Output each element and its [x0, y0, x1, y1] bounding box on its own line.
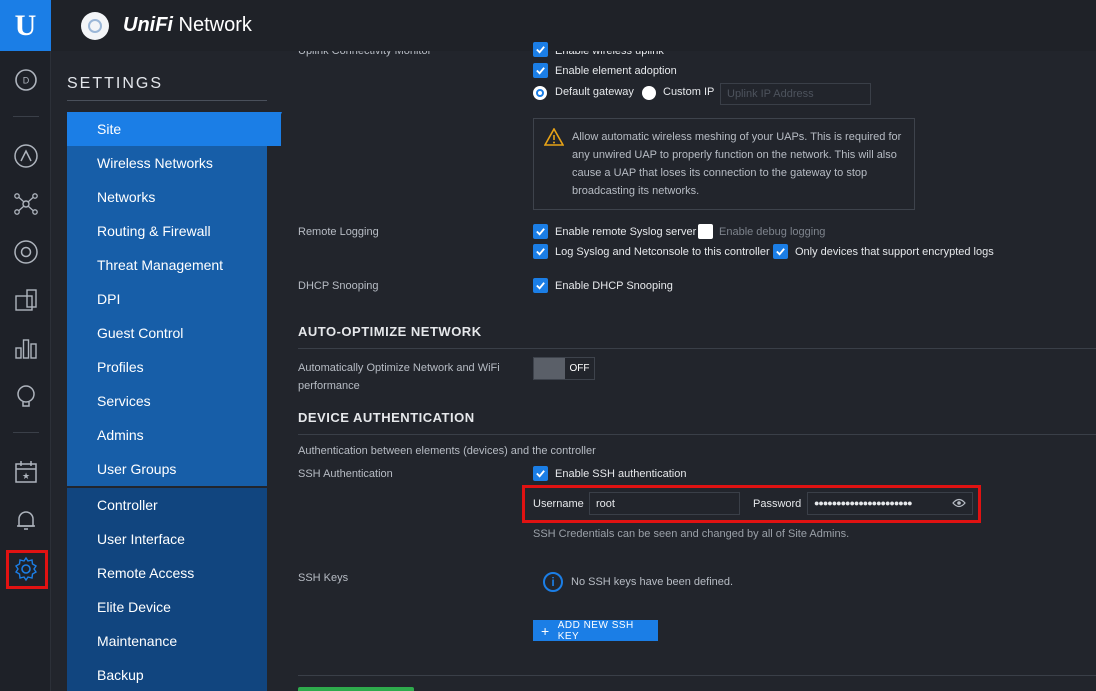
divider	[298, 434, 1096, 435]
settings-highlight-box	[6, 550, 48, 589]
debug-logging-label: Enable debug logging	[719, 226, 826, 238]
auto-optimize-heading: AUTO-OPTIMIZE NETWORK	[298, 324, 482, 339]
settings-menu-item-admins[interactable]: Admins	[67, 418, 267, 452]
username-label: Username	[533, 498, 584, 510]
settings-menu-item-user-interface[interactable]: User Interface	[67, 522, 267, 556]
settings-menu-item-dpi[interactable]: DPI	[67, 282, 267, 316]
settings-menu-item-profiles[interactable]: Profiles	[67, 350, 267, 384]
plus-icon: +	[541, 622, 550, 639]
password-mask: ●●●●●●●●●●●●●●●●●●●●●●	[814, 498, 913, 508]
enable-ssh-label: Enable SSH authentication	[555, 468, 687, 480]
ssh-auth-label: SSH Authentication	[298, 468, 393, 480]
dhcp-snooping-option: Enable DHCP Snooping	[555, 280, 673, 292]
custom-ip-label: Custom IP	[663, 86, 715, 98]
alerts-icon[interactable]	[10, 504, 41, 535]
ssh-password-input[interactable]: ●●●●●●●●●●●●●●●●●●●●●●	[807, 492, 973, 515]
divider	[67, 100, 267, 101]
settings-menu-item-routing-firewall[interactable]: Routing & Firewall	[67, 214, 267, 248]
mesh-warning-box: Allow automatic wireless meshing of your…	[533, 118, 915, 210]
apply-changes-button[interactable]	[298, 687, 414, 691]
auto-optimize-toggle[interactable]: OFF	[533, 357, 595, 380]
element-adoption-label: Enable element adoption	[555, 65, 677, 77]
toggle-knob	[534, 358, 565, 379]
map-icon[interactable]	[10, 140, 41, 171]
info-icon: i	[543, 572, 563, 592]
settings-menu-item-guest-control[interactable]: Guest Control	[67, 316, 267, 350]
log-syslog-checkbox[interactable]	[533, 244, 548, 259]
site-settings-content: Uplink Connectivity Monitor Enable wirel…	[298, 42, 1096, 691]
settings-menu: Site Wireless Networks Networks Routing & F…	[67, 112, 281, 691]
no-ssh-keys-text: No SSH keys have been defined.	[571, 576, 734, 588]
mesh-warning-text: Allow automatic wireless meshing of your…	[572, 131, 902, 197]
password-label: Password	[753, 498, 802, 510]
auto-optimize-label: Automatically Optimize Network and WiFi …	[298, 362, 500, 392]
default-gateway-radio[interactable]	[533, 86, 547, 100]
enable-ssh-checkbox[interactable]	[533, 466, 548, 481]
dhcp-snooping-label: DHCP Snooping	[298, 280, 379, 292]
wireless-uplink-checkbox[interactable]	[533, 42, 548, 57]
ssh-username-input[interactable]	[589, 492, 740, 515]
divider	[298, 675, 1096, 676]
uplink-ip-input[interactable]	[720, 83, 871, 105]
app-title: UniFi Network	[123, 14, 252, 36]
dhcp-snooping-checkbox[interactable]	[533, 278, 548, 293]
add-ssh-key-label: ADD NEW SSH KEY	[557, 619, 634, 642]
add-ssh-key-button[interactable]: + ADD NEW SSH KEY	[533, 619, 658, 642]
encrypted-logs-checkbox[interactable]	[773, 244, 788, 259]
custom-ip-radio[interactable]	[642, 86, 656, 100]
log-syslog-label: Log Syslog and Netconsole to this contro…	[555, 246, 770, 258]
remote-syslog-checkbox[interactable]	[533, 224, 548, 239]
nav-rail: U D ★	[0, 0, 51, 691]
events-icon[interactable]: ★	[10, 456, 41, 487]
insights-icon[interactable]	[10, 380, 41, 411]
divider	[298, 348, 1096, 349]
settings-menu-item-maintenance[interactable]: Maintenance	[67, 624, 267, 658]
svg-text:★: ★	[21, 471, 29, 481]
settings-menu-item-site[interactable]: Site	[67, 112, 281, 146]
settings-sidebar: SETTINGS Site Wireless Networks Networks Ro…	[51, 51, 282, 691]
device-auth-subtitle: Authentication between elements (devices…	[298, 445, 596, 457]
ubiquiti-logo[interactable]: U	[0, 0, 51, 51]
settings-menu-item-networks[interactable]: Networks	[67, 180, 267, 214]
remote-logging-label: Remote Logging	[298, 226, 379, 238]
remote-syslog-label: Enable remote Syslog server	[555, 226, 697, 238]
debug-logging-checkbox[interactable]	[698, 224, 713, 239]
show-password-icon[interactable]	[952, 497, 966, 509]
settings-menu-item-remote-access[interactable]: Remote Access	[67, 556, 267, 590]
rail-divider	[13, 116, 39, 117]
settings-menu-item-wireless-networks[interactable]: Wireless Networks	[67, 146, 267, 180]
settings-menu-item-elite-device[interactable]: Elite Device	[67, 590, 267, 624]
settings-menu-item-threat-management[interactable]: Threat Management	[67, 248, 267, 282]
rail-divider	[13, 432, 39, 433]
settings-menu-item-controller[interactable]: Controller	[67, 488, 267, 522]
devices-icon[interactable]	[10, 236, 41, 267]
default-gateway-label: Default gateway	[555, 86, 634, 98]
ssh-keys-label: SSH Keys	[298, 572, 349, 584]
encrypted-logs-label: Only devices that support encrypted logs	[795, 246, 994, 258]
clients-icon[interactable]	[10, 284, 41, 315]
svg-text:D: D	[22, 75, 29, 85]
statistics-icon[interactable]	[10, 332, 41, 363]
element-adoption-checkbox[interactable]	[533, 63, 548, 78]
toggle-state: OFF	[565, 358, 594, 379]
ssh-credentials-note: SSH Credentials can be seen and changed …	[533, 528, 850, 540]
top-bar: UniFi Network	[51, 0, 1096, 51]
dashboard-icon[interactable]: D	[10, 64, 41, 95]
warning-icon	[544, 128, 564, 146]
settings-title: SETTINGS	[67, 75, 164, 92]
topology-icon[interactable]	[10, 188, 41, 219]
settings-menu-item-services[interactable]: Services	[67, 384, 267, 418]
device-auth-heading: DEVICE AUTHENTICATION	[298, 410, 475, 425]
active-item-arrow	[267, 112, 282, 146]
settings-menu-item-backup[interactable]: Backup	[67, 658, 267, 691]
unifi-logo-icon	[81, 11, 109, 40]
settings-menu-item-user-groups[interactable]: User Groups	[67, 452, 267, 486]
app-window: U D ★ UniFi Network SETTINGS Site Wirele…	[0, 0, 1096, 691]
